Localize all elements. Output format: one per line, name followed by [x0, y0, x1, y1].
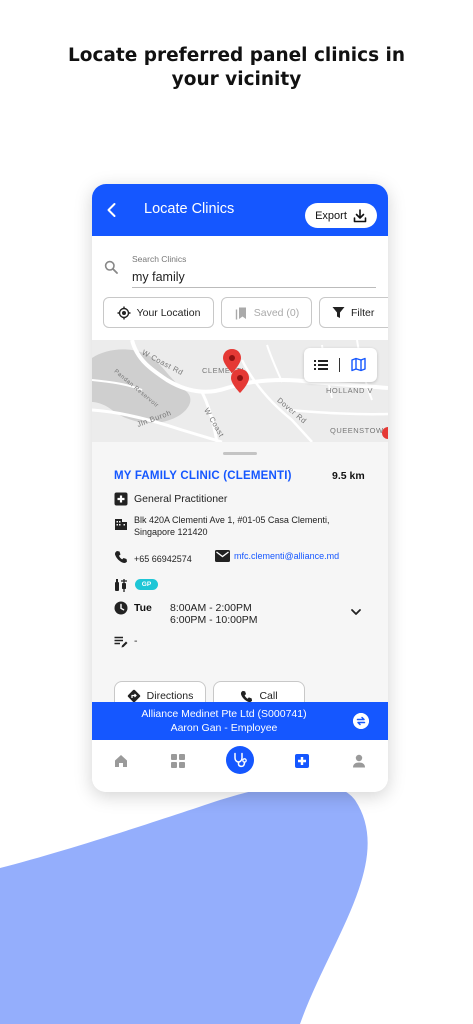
headline-line-2: your vicinity: [171, 69, 302, 90]
bookmark-icon: [235, 307, 246, 319]
address-line-1: Blk 420A Clementi Ave 1, #01-05 Casa Cle…: [134, 515, 330, 525]
phone-icon: [115, 551, 127, 564]
directions-label: Directions: [146, 690, 194, 702]
clinic-distance: 9.5 km: [332, 470, 365, 482]
chevron-left-icon[interactable]: [104, 202, 120, 218]
clinic-email-link[interactable]: mfc.clementi@alliance.md: [234, 551, 339, 561]
saved-button[interactable]: Saved (0): [221, 297, 312, 328]
clock-icon: [114, 601, 128, 615]
company-name: Alliance Medinet Pte Ltd (S000741): [141, 708, 307, 720]
grid-icon[interactable]: [170, 753, 186, 769]
list-icon[interactable]: [314, 358, 328, 372]
switch-account-icon[interactable]: [353, 713, 369, 729]
call-label: Call: [259, 690, 278, 702]
filter-button[interactable]: Filter: [319, 297, 388, 328]
your-location-label: Your Location: [136, 306, 201, 319]
clinic-note: -: [134, 635, 138, 647]
toggle-divider: [339, 358, 340, 372]
company-banner: Alliance Medinet Pte Ltd (S000741) Aaron…: [92, 702, 388, 740]
note-edit-icon: [114, 636, 128, 648]
stethoscope-icon: [234, 752, 247, 768]
home-icon[interactable]: [113, 753, 129, 769]
clinic-sheet: MY FAMILY CLINIC (CLEMENTI) 9.5 km Gener…: [92, 442, 388, 711]
drag-handle[interactable]: [223, 452, 257, 455]
clinic-type: General Practitioner: [134, 493, 228, 505]
vaccine-icon: [115, 579, 127, 592]
person-icon[interactable]: [351, 753, 367, 769]
medical-cross-icon[interactable]: [294, 753, 310, 769]
map-pin-icon[interactable]: [230, 368, 250, 394]
directions-icon: [127, 689, 140, 703]
clinic-address: Blk 420A Clementi Ave 1, #01-05 Casa Cle…: [134, 514, 329, 538]
export-label: Export: [315, 209, 347, 222]
clinic-name[interactable]: MY FAMILY CLINIC (CLEMENTI): [114, 470, 292, 482]
map-icon[interactable]: [351, 357, 366, 372]
stethoscope-tab[interactable]: [226, 746, 254, 774]
app-bar: Locate Clinics Export: [92, 184, 388, 236]
opening-hours-2: 6:00PM - 10:00PM: [170, 614, 258, 626]
map-label: HOLLAND V: [326, 386, 374, 395]
filter-icon: [332, 307, 345, 318]
user-role: Aaron Gan - Employee: [170, 722, 278, 734]
download-icon: [353, 208, 367, 222]
map-label: QUEENSTOW: [330, 426, 384, 435]
phone-screen: Locate Clinics Export Search Clinics You…: [92, 184, 388, 792]
saved-label: Saved (0): [253, 306, 300, 319]
page-title: Locate Clinics: [144, 201, 235, 217]
your-location-button[interactable]: Your Location: [103, 297, 214, 328]
map-view[interactable]: W Coast Rd CLEMENTI HOLLAND V Dover Rd W…: [92, 340, 388, 442]
medical-cross-icon: [114, 492, 128, 506]
building-icon: [115, 519, 127, 530]
chevron-down-icon[interactable]: [350, 606, 362, 618]
phone-icon: [241, 690, 253, 702]
headline-line-1: Locate preferred panel clinics in: [67, 45, 406, 66]
bottom-nav: [92, 740, 388, 792]
view-toggle: [304, 348, 377, 382]
opening-hours-1: 8:00AM - 2:00PM: [170, 602, 252, 614]
filter-label: Filter: [351, 306, 375, 319]
gp-badge: GP: [135, 579, 158, 590]
email-icon: [215, 550, 230, 562]
crosshair-icon: [117, 306, 131, 319]
search-input[interactable]: [132, 266, 376, 288]
address-line-2: Singapore 121420: [134, 527, 208, 537]
headline: Locate preferred panel clinics in your v…: [0, 44, 473, 92]
opening-day: Tue: [134, 602, 152, 614]
search-icon: [104, 260, 118, 274]
search-label: Search Clinics: [132, 254, 187, 264]
export-button[interactable]: Export: [305, 203, 377, 228]
clinic-phone[interactable]: +65 66942574: [134, 553, 192, 565]
